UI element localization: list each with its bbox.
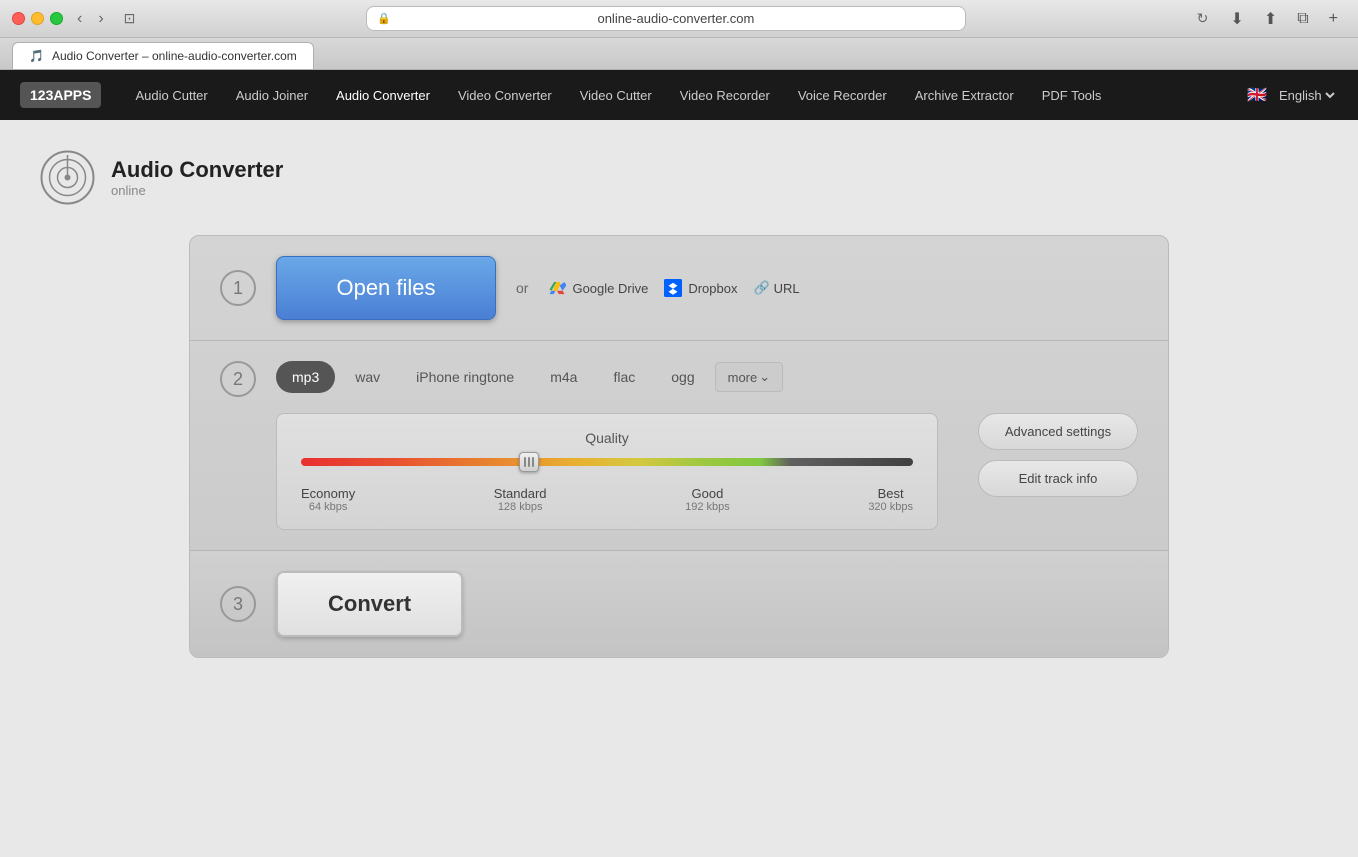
traffic-lights xyxy=(12,12,63,25)
browser-address-bar[interactable]: 🔒 online-audio-converter.com xyxy=(366,6,966,31)
nav-audio-cutter[interactable]: Audio Cutter xyxy=(121,70,221,120)
good-label: Good xyxy=(685,486,730,501)
cloud-options: Google Drive Dropbox 🔗 URL xyxy=(548,279,799,297)
url-display: online-audio-converter.com xyxy=(397,11,955,26)
tab-favicon: 🎵 xyxy=(29,49,44,63)
brand-logo[interactable]: 123APPS xyxy=(20,82,101,108)
quality-marker-best: Best 320 kbps xyxy=(868,486,913,513)
quality-slider-thumb[interactable] xyxy=(519,452,539,472)
format-tab-wav[interactable]: wav xyxy=(339,361,396,393)
best-kbps: 320 kbps xyxy=(868,501,913,513)
nav-video-recorder[interactable]: Video Recorder xyxy=(666,70,784,120)
or-separator: or xyxy=(516,280,528,296)
share-button[interactable]: ⬆ xyxy=(1256,7,1285,31)
app-title-group: Audio Converter online xyxy=(111,157,283,198)
browser-action-buttons: ⬇ ⬆ ⧉ + xyxy=(1222,7,1346,31)
step2-row: Quality Economy xyxy=(276,413,1138,530)
quality-label: Quality xyxy=(301,430,913,446)
minimize-window-button[interactable] xyxy=(31,12,44,25)
nav-audio-converter[interactable]: Audio Converter xyxy=(322,70,444,120)
url-button[interactable]: 🔗 URL xyxy=(753,280,799,296)
format-tab-iphone-ringtone[interactable]: iPhone ringtone xyxy=(400,361,530,393)
download-button[interactable]: ⬇ xyxy=(1222,7,1251,31)
quality-marker-economy: Economy 64 kbps xyxy=(301,486,355,513)
nav-voice-recorder[interactable]: Voice Recorder xyxy=(784,70,901,120)
google-drive-icon xyxy=(548,279,566,297)
step3-number: 3 xyxy=(220,586,256,622)
app-logo-icon xyxy=(40,150,95,205)
step1-section: 1 Open files or Google Drive xyxy=(190,236,1168,341)
dropbox-label: Dropbox xyxy=(688,281,737,296)
open-files-button[interactable]: Open files xyxy=(276,256,496,320)
nav-links: Audio Cutter Audio Joiner Audio Converte… xyxy=(121,70,1247,120)
format-tab-ogg[interactable]: ogg xyxy=(655,361,710,393)
url-label: URL xyxy=(774,281,800,296)
step2-section: 2 mp3 wav iPhone ringtone m4a flac ogg m… xyxy=(190,341,1168,551)
step1-content: Open files or Google Drive xyxy=(276,256,1138,320)
format-tab-m4a[interactable]: m4a xyxy=(534,361,593,393)
quality-marker-good: Good 192 kbps xyxy=(685,486,730,513)
format-tabs: mp3 wav iPhone ringtone m4a flac ogg mor… xyxy=(276,361,1138,393)
convert-button[interactable]: Convert xyxy=(276,571,463,637)
converter-container: 1 Open files or Google Drive xyxy=(189,235,1169,658)
app-navbar: 123APPS Audio Cutter Audio Joiner Audio … xyxy=(0,70,1358,120)
step1-number: 1 xyxy=(220,270,256,306)
browser-titlebar: ‹ › ⊡ 🔒 online-audio-converter.com ↻ ⬇ ⬆… xyxy=(0,0,1358,38)
quality-panel: Quality Economy xyxy=(276,413,938,530)
active-tab[interactable]: 🎵 Audio Converter – online-audio-convert… xyxy=(12,42,314,69)
advanced-settings-button[interactable]: Advanced settings xyxy=(978,413,1138,450)
format-more-button[interactable]: more ⌄ xyxy=(715,362,784,392)
standard-kbps: 128 kbps xyxy=(494,501,547,513)
link-icon: 🔗 xyxy=(753,280,769,296)
tab-title: Audio Converter – online-audio-converter… xyxy=(52,49,297,63)
nav-pdf-tools[interactable]: PDF Tools xyxy=(1028,70,1116,120)
nav-video-converter[interactable]: Video Converter xyxy=(444,70,566,120)
dropbox-icon xyxy=(664,279,682,297)
format-tab-mp3[interactable]: mp3 xyxy=(276,361,335,393)
google-drive-label: Google Drive xyxy=(572,281,648,296)
tab-bar: 🎵 Audio Converter – online-audio-convert… xyxy=(0,38,1358,69)
browser-chrome: ‹ › ⊡ 🔒 online-audio-converter.com ↻ ⬇ ⬆… xyxy=(0,0,1358,70)
forward-button[interactable]: › xyxy=(92,8,109,30)
google-drive-button[interactable]: Google Drive xyxy=(548,279,648,297)
nav-right: 🇬🇧 English xyxy=(1247,85,1338,105)
chevron-down-icon: ⌄ xyxy=(759,369,770,385)
back-button[interactable]: ‹ xyxy=(71,8,88,30)
step3-section: 3 Convert xyxy=(190,551,1168,657)
browser-nav: ‹ › xyxy=(71,8,110,30)
language-select[interactable]: English xyxy=(1275,87,1338,104)
refresh-button[interactable]: ↻ xyxy=(1191,8,1215,29)
step2-right-buttons: Advanced settings Edit track info xyxy=(978,413,1138,497)
thumb-line3 xyxy=(532,457,534,467)
nav-audio-joiner[interactable]: Audio Joiner xyxy=(222,70,322,120)
step2-number: 2 xyxy=(220,361,256,397)
thumb-line1 xyxy=(524,457,526,467)
nav-archive-extractor[interactable]: Archive Extractor xyxy=(901,70,1028,120)
good-kbps: 192 kbps xyxy=(685,501,730,513)
quality-markers: Economy 64 kbps Standard 128 kbps Good 1… xyxy=(301,486,913,513)
quality-slider-track[interactable] xyxy=(301,458,913,466)
new-tab-button[interactable]: + xyxy=(1321,7,1346,31)
format-tab-flac[interactable]: flac xyxy=(597,361,651,393)
close-window-button[interactable] xyxy=(12,12,25,25)
ssl-lock-icon: 🔒 xyxy=(377,12,391,25)
window-restore-button[interactable]: ⊡ xyxy=(118,8,142,29)
more-label: more xyxy=(728,370,758,385)
app-subtitle: online xyxy=(111,183,283,198)
maximize-window-button[interactable] xyxy=(50,12,63,25)
best-label: Best xyxy=(868,486,913,501)
economy-label: Economy xyxy=(301,486,355,501)
app-header: Audio Converter online xyxy=(20,150,1338,205)
standard-label: Standard xyxy=(494,486,547,501)
dropbox-button[interactable]: Dropbox xyxy=(664,279,737,297)
edit-track-info-button[interactable]: Edit track info xyxy=(978,460,1138,497)
page-content: Audio Converter online 1 Open files or xyxy=(0,120,1358,857)
app-title: Audio Converter xyxy=(111,157,283,183)
language-flag-icon: 🇬🇧 xyxy=(1247,85,1267,105)
economy-kbps: 64 kbps xyxy=(301,501,355,513)
thumb-line2 xyxy=(528,457,530,467)
nav-video-cutter[interactable]: Video Cutter xyxy=(566,70,666,120)
tab-overview-button[interactable]: ⧉ xyxy=(1289,7,1316,31)
quality-marker-standard: Standard 128 kbps xyxy=(494,486,547,513)
